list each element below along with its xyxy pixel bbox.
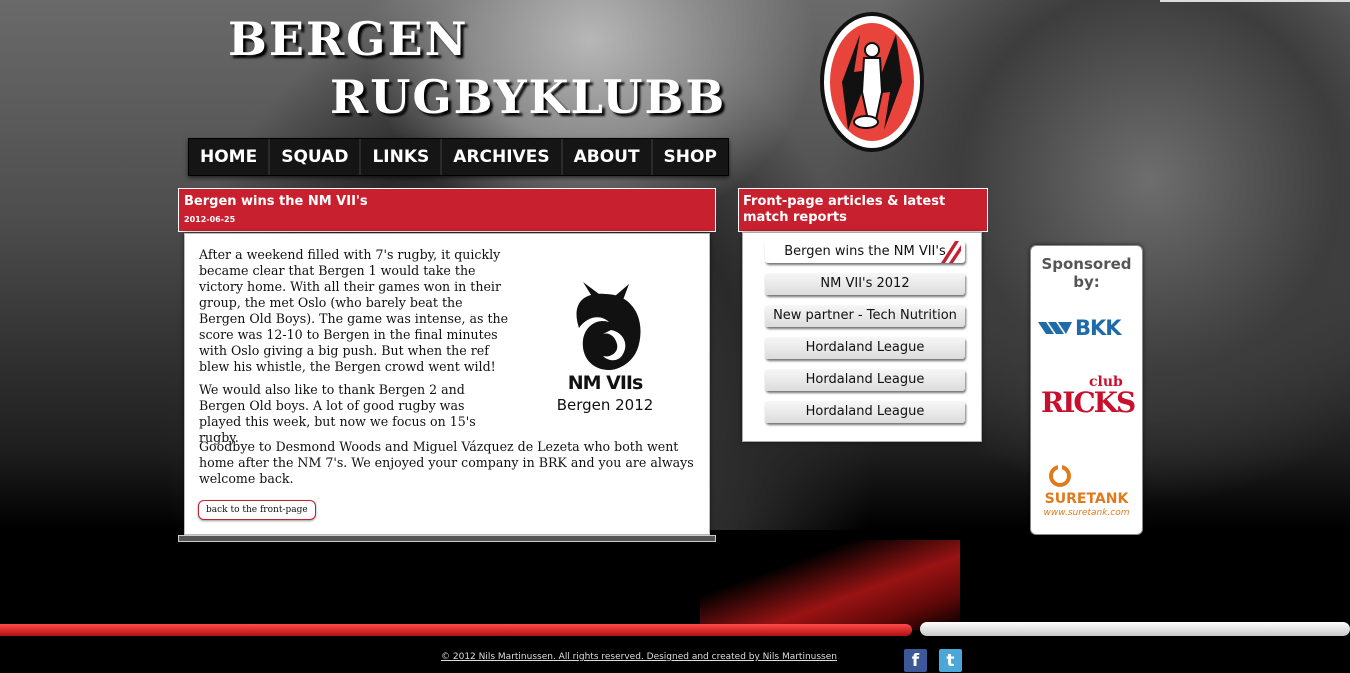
suretank-url: www.suretank.com bbox=[1043, 508, 1130, 518]
top-bar bbox=[1160, 0, 1350, 2]
active-marker-icon bbox=[941, 241, 961, 263]
suretank-logo-icon bbox=[1049, 464, 1071, 487]
nav-archives[interactable]: ARCHIVES bbox=[442, 139, 563, 175]
side-item-5[interactable]: Hordaland League bbox=[765, 369, 965, 391]
side-item-1[interactable]: Bergen wins the NM VII's bbox=[765, 241, 965, 263]
side-header: Front-page articles & latest match repor… bbox=[738, 188, 988, 232]
side-title: Front-page articles & latest match repor… bbox=[743, 194, 946, 225]
club-logo[interactable] bbox=[820, 12, 924, 152]
nav-links[interactable]: LINKS bbox=[361, 139, 443, 175]
ricks-logo-text[interactable]: RICKS bbox=[1041, 386, 1136, 419]
article-date: 2012-06-25 bbox=[184, 215, 236, 224]
article-paragraph-2: We would also like to thank Bergen 2 and… bbox=[199, 382, 476, 445]
nm-image-title: NM VIIs bbox=[567, 372, 644, 394]
sponsor-box: Sponsored by: BKK club RICKS SURETANK ww… bbox=[1030, 245, 1143, 535]
nav-about[interactable]: ABOUT bbox=[563, 139, 653, 175]
main-nav: HOME SQUAD LINKS ARCHIVES ABOUT SHOP bbox=[188, 138, 729, 176]
article-paragraph-1: After a weekend filled with 7's rugby, i… bbox=[199, 247, 509, 374]
nav-home[interactable]: HOME bbox=[189, 139, 271, 175]
article-header: Bergen wins the NM VII's 2012-06-25 bbox=[178, 188, 716, 232]
footer-copyright[interactable]: © 2012 Nils Martinussen. All rights rese… bbox=[441, 652, 837, 662]
side-item-label: Bergen wins the NM VII's bbox=[784, 244, 946, 259]
side-item-4[interactable]: Hordaland League bbox=[765, 337, 965, 359]
twitter-icon[interactable]: t bbox=[939, 649, 962, 672]
suretank-logo-text[interactable]: SURETANK bbox=[1031, 491, 1142, 507]
side-item-6[interactable]: Hordaland League bbox=[765, 401, 965, 423]
facebook-icon[interactable]: f bbox=[904, 649, 927, 672]
article-title: Bergen wins the NM VII's bbox=[184, 194, 368, 209]
red-stripe bbox=[0, 624, 912, 636]
nav-shop[interactable]: SHOP bbox=[653, 139, 728, 175]
background-swoosh bbox=[700, 540, 960, 630]
sponsor-title: Sponsored by: bbox=[1041, 255, 1132, 291]
article-footer-bar bbox=[178, 535, 716, 542]
twitter-glyph: t bbox=[946, 651, 955, 671]
site-title-line2: RUGBYKLUBB bbox=[330, 70, 727, 124]
side-item-2[interactable]: NM VII's 2012 bbox=[765, 273, 965, 295]
side-article-list: Bergen wins the NM VII's NM VII's 2012 N… bbox=[742, 232, 982, 442]
back-to-front-page-button[interactable]: back to the front-page bbox=[198, 500, 316, 520]
side-item-3[interactable]: New partner - Tech Nutrition bbox=[765, 305, 965, 327]
article-text: After a weekend filled with 7's rugby, i… bbox=[199, 247, 509, 453]
bkk-logo-text: BKK bbox=[1075, 316, 1122, 340]
site-title-line1: BERGEN bbox=[228, 12, 469, 66]
article-body: After a weekend filled with 7's rugby, i… bbox=[184, 233, 710, 535]
nm-image-subtitle: Bergen 2012 bbox=[556, 396, 654, 414]
nav-squad[interactable]: SQUAD bbox=[270, 139, 362, 175]
white-stripe bbox=[920, 622, 1350, 636]
article-paragraph-3: Goodbye to Desmond Woods and Miguel Vázq… bbox=[199, 439, 694, 486]
facebook-glyph: f bbox=[911, 651, 920, 671]
